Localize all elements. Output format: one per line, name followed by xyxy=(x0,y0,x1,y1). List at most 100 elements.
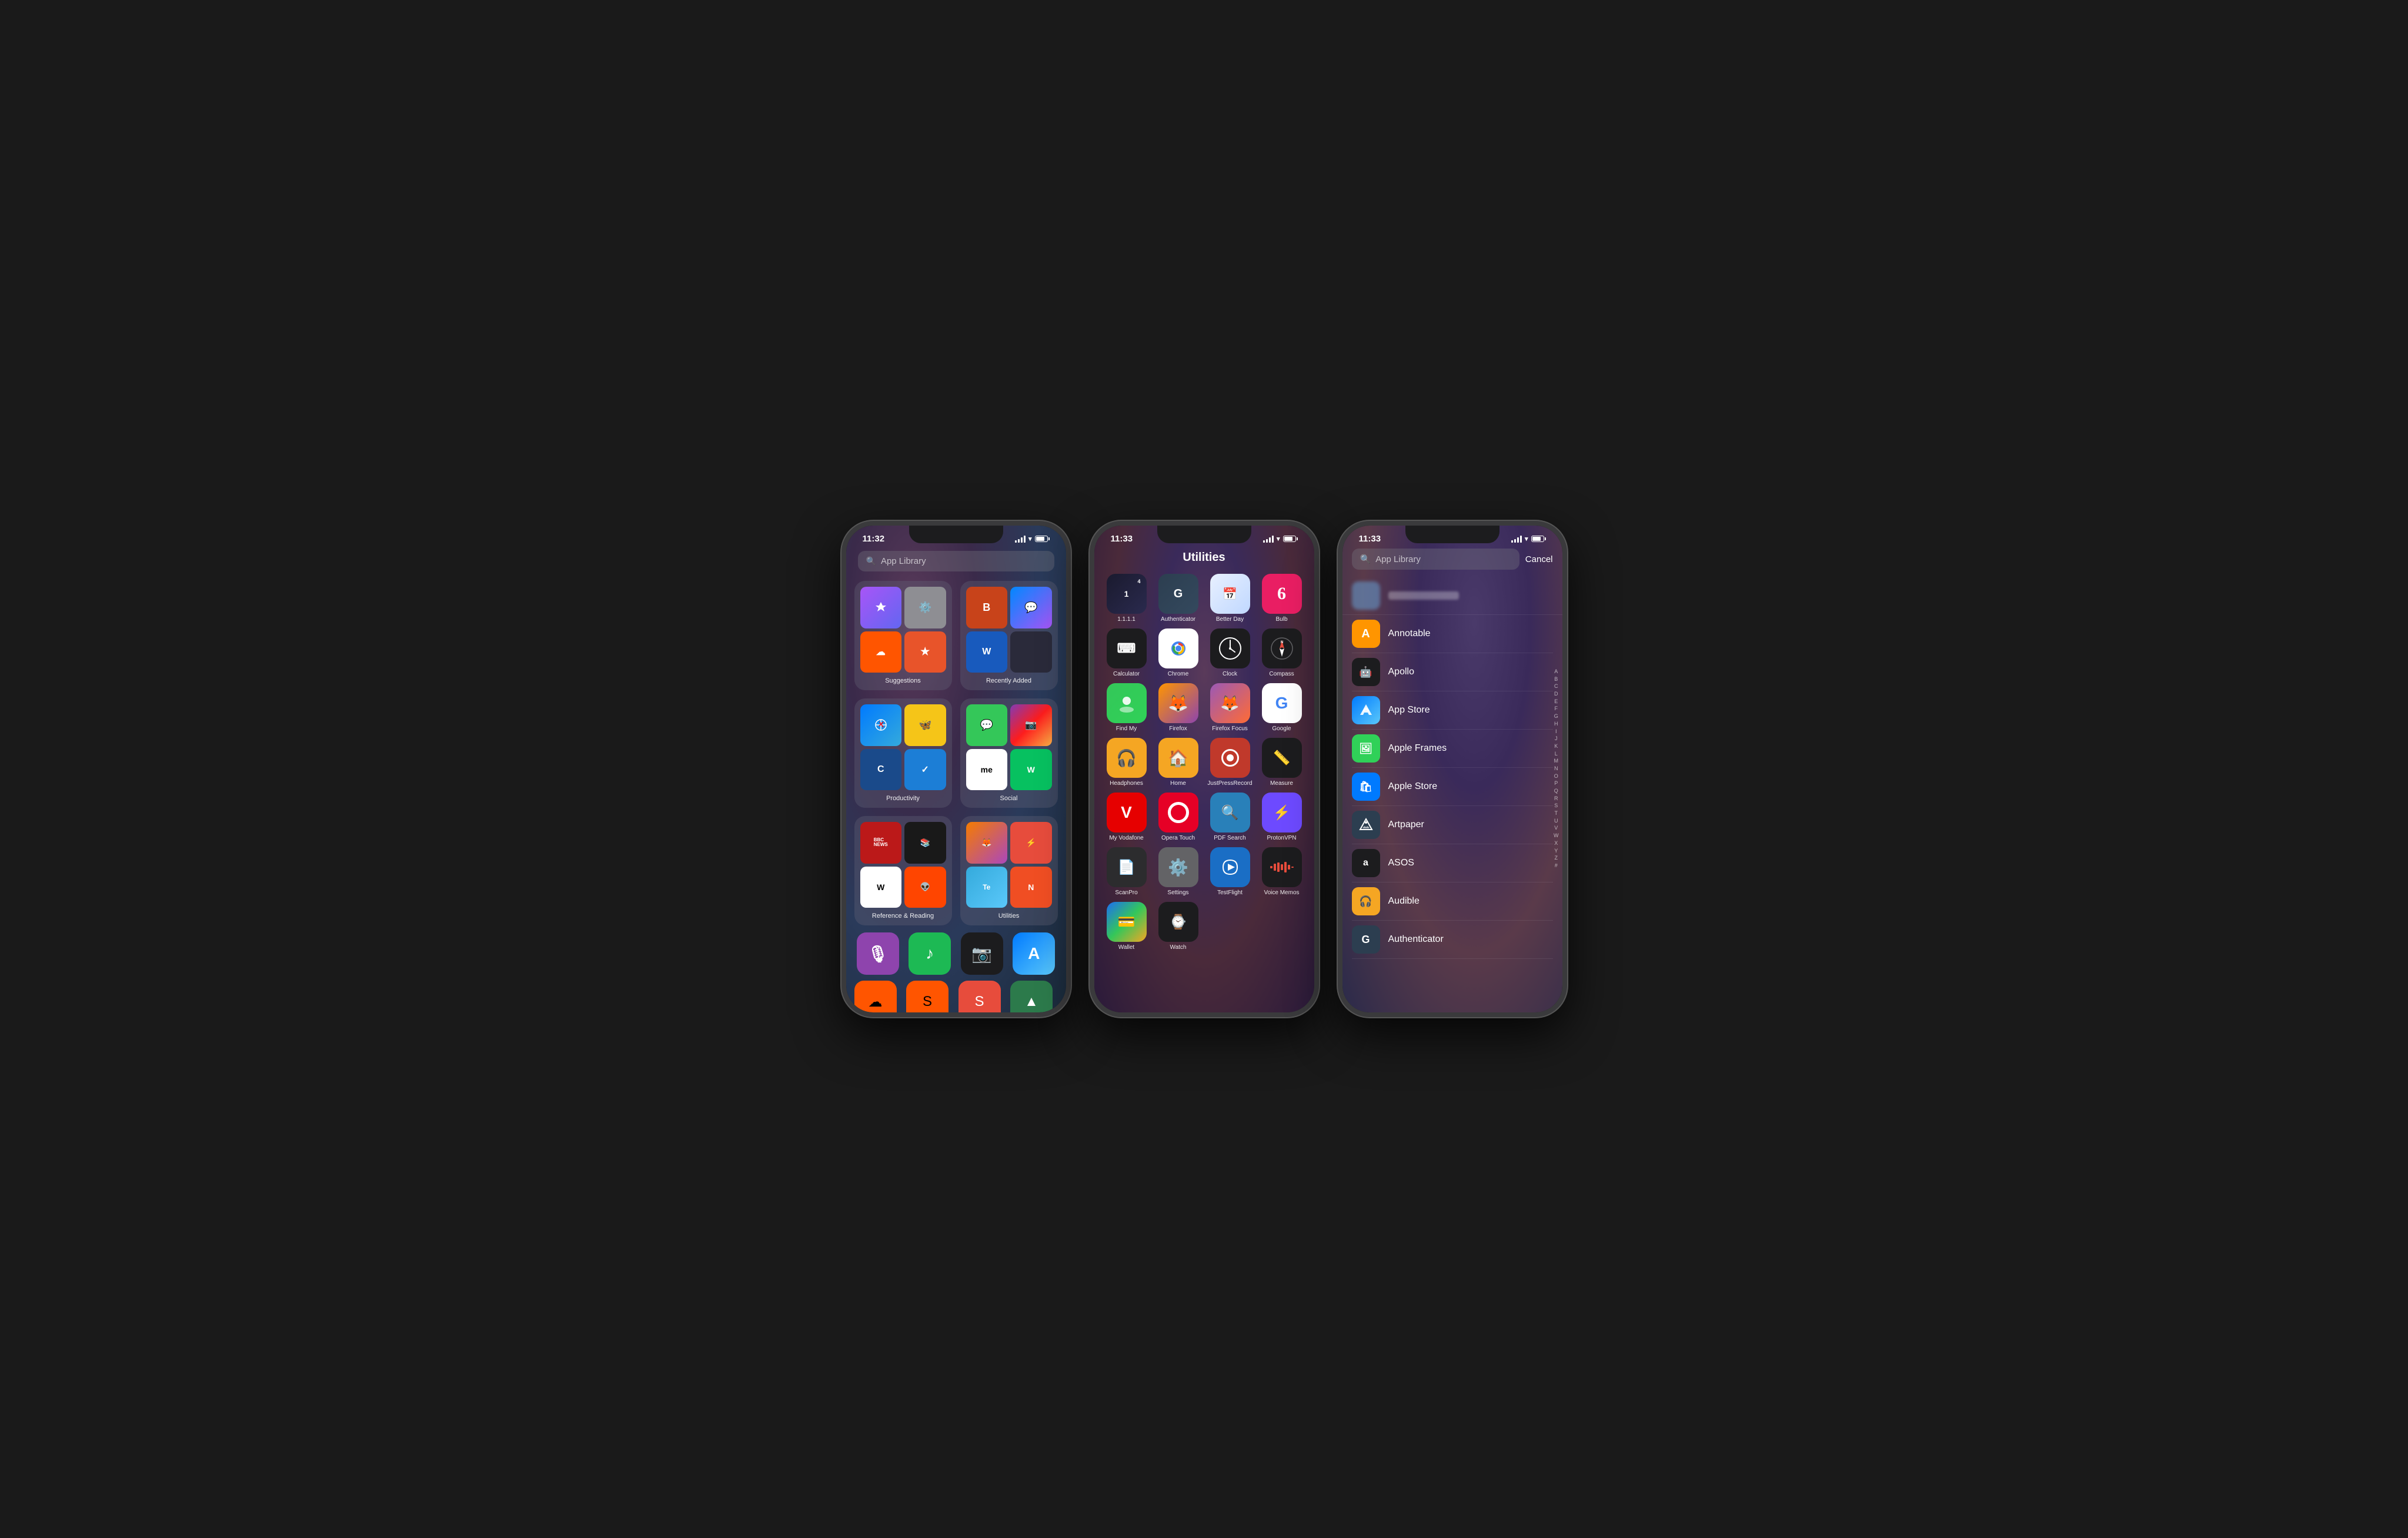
alpha-f[interactable]: F xyxy=(1554,706,1559,713)
alpha-z[interactable]: Z xyxy=(1554,855,1559,862)
app-soundcloud-2[interactable]: ☁ xyxy=(854,981,897,1012)
app-pdfsearch[interactable]: 🔍 PDF Search xyxy=(1207,793,1253,841)
cancel-button-3[interactable]: Cancel xyxy=(1525,554,1553,564)
app-authenticator-util[interactable]: G Authenticator xyxy=(1155,574,1201,623)
app-soundcloud-3[interactable]: S xyxy=(906,981,948,1012)
list-item-applestore[interactable]: 🛍 Apple Store xyxy=(1352,768,1553,806)
app-messenger-1[interactable]: 💬 xyxy=(1010,587,1052,628)
list-item-authenticator[interactable]: G Authenticator xyxy=(1352,921,1553,959)
alpha-n[interactable]: N xyxy=(1554,765,1559,773)
app-mixed-1[interactable] xyxy=(1010,631,1052,673)
search-bar-3[interactable]: 🔍 App Library xyxy=(1352,549,1519,570)
app-news-1[interactable]: N xyxy=(1010,867,1052,908)
app-settings-1[interactable]: ⚙️ xyxy=(904,587,946,628)
app-bear-1[interactable]: B xyxy=(966,587,1008,628)
alpha-o[interactable]: O xyxy=(1554,773,1559,780)
folder-utilities[interactable]: 🦊 ⚡ Te N Utilities xyxy=(960,816,1058,925)
app-camera-1[interactable]: 📷 xyxy=(958,932,1006,975)
alpha-s[interactable]: S xyxy=(1554,803,1559,810)
app-list-item-blurred[interactable] xyxy=(1342,577,1562,615)
app-misc-1[interactable]: S xyxy=(958,981,1001,1012)
app-headphones[interactable]: 🎧 Headphones xyxy=(1104,738,1150,787)
app-messages-1[interactable]: 💬 xyxy=(966,704,1008,746)
alpha-l[interactable]: L xyxy=(1554,751,1559,758)
app-safari-1[interactable] xyxy=(860,704,902,746)
app-clock[interactable]: Clock xyxy=(1207,628,1253,677)
app-kindle-1[interactable]: 📚 xyxy=(904,822,946,864)
app-betterday[interactable]: 📅 Better Day xyxy=(1207,574,1253,623)
app-word-1[interactable]: W xyxy=(966,631,1008,673)
app-measure[interactable]: 📏 Measure xyxy=(1259,738,1305,787)
app-firefox[interactable]: 🦊 Firefox xyxy=(1155,683,1201,732)
alpha-r[interactable]: R xyxy=(1554,795,1559,803)
app-apollo-1[interactable]: A xyxy=(1010,932,1058,975)
app-wallet[interactable]: 💳 Wallet xyxy=(1104,902,1150,951)
app-scanpro[interactable]: 📄 ScanPro xyxy=(1104,847,1150,896)
app-protonvpn[interactable]: ⚡ ProtonVPN xyxy=(1259,793,1305,841)
app-maps-1[interactable]: Te xyxy=(966,867,1008,908)
alpha-x[interactable]: X xyxy=(1554,840,1559,847)
alpha-h[interactable]: H xyxy=(1554,721,1559,728)
alpha-t[interactable]: T xyxy=(1554,810,1559,817)
app-jpr[interactable]: JustPressRecord xyxy=(1207,738,1253,787)
alpha-k[interactable]: K xyxy=(1554,743,1559,750)
app-home[interactable]: 🏠 Home xyxy=(1155,738,1201,787)
app-wechat-1[interactable]: W xyxy=(1010,749,1052,791)
app-compass[interactable]: N Compass xyxy=(1259,628,1305,677)
app-chrome[interactable]: Chrome xyxy=(1155,628,1201,677)
app-calculator[interactable]: ⌨ Calculator xyxy=(1104,628,1150,677)
alpha-c[interactable]: C xyxy=(1554,684,1559,691)
list-item-asos[interactable]: a ASOS xyxy=(1352,844,1553,882)
app-settings-util[interactable]: ⚙️ Settings xyxy=(1155,847,1201,896)
app-spotify-1[interactable]: ♪ xyxy=(906,932,954,975)
search-bar-1[interactable]: 🔍 App Library xyxy=(858,551,1054,571)
app-firefox-1[interactable]: 🦊 xyxy=(966,822,1008,864)
list-item-audible[interactable]: 🎧 Audible xyxy=(1352,882,1553,921)
alpha-v[interactable]: V xyxy=(1554,825,1559,832)
app-findmy[interactable]: Find My xyxy=(1104,683,1150,732)
folder-social[interactable]: 💬 📷 me W Social xyxy=(960,698,1058,808)
alpha-q[interactable]: Q xyxy=(1554,788,1559,795)
folder-productivity[interactable]: 🦋 C ✓ Productivity xyxy=(854,698,952,808)
app-bbc-1[interactable]: BBCNEWS xyxy=(860,822,902,864)
app-things-1[interactable]: ✓ xyxy=(904,749,946,791)
list-item-artpaper[interactable]: Artpaper xyxy=(1352,806,1553,844)
app-reeder-1[interactable]: ★ xyxy=(904,631,946,673)
list-item-appstore[interactable]: App Store xyxy=(1352,691,1553,730)
list-item-appleframes[interactable]: 🖼 Apple Frames xyxy=(1352,730,1553,768)
app-cobalt-1[interactable]: C xyxy=(860,749,902,791)
app-podcasts-1[interactable]: 🎙 xyxy=(854,932,902,975)
app-notion-1[interactable]: me xyxy=(966,749,1008,791)
app-vodafone[interactable]: V My Vodafone xyxy=(1104,793,1150,841)
app-reeder-2[interactable]: ⚡ xyxy=(1010,822,1052,864)
app-testflight[interactable]: TestFlight xyxy=(1207,847,1253,896)
list-item-apollo[interactable]: 🤖 Apollo xyxy=(1352,653,1553,691)
alpha-d[interactable]: D xyxy=(1554,691,1559,698)
alpha-b[interactable]: B xyxy=(1554,676,1559,683)
alpha-g[interactable]: G xyxy=(1554,713,1559,720)
alpha-a[interactable]: A xyxy=(1554,668,1559,676)
app-wiki-1[interactable]: W xyxy=(860,867,902,908)
app-opera[interactable]: Opera Touch xyxy=(1155,793,1201,841)
list-item-annotable[interactable]: A Annotable xyxy=(1352,615,1553,653)
app-watch[interactable]: ⌚ Watch xyxy=(1155,902,1201,951)
alpha-hash[interactable]: # xyxy=(1554,862,1559,870)
alpha-m[interactable]: M xyxy=(1554,758,1559,765)
app-1111[interactable]: 1 4 1.1.1.1 xyxy=(1104,574,1150,623)
folder-recently[interactable]: B 💬 W Recently Added xyxy=(960,581,1058,690)
folder-reference[interactable]: BBCNEWS 📚 W 👽 Reference & Reading xyxy=(854,816,952,925)
app-instagram-1[interactable]: 📷 xyxy=(1010,704,1052,746)
alpha-e[interactable]: E xyxy=(1554,698,1559,706)
alpha-j[interactable]: J xyxy=(1554,735,1559,743)
app-soundcloud[interactable]: ☁ xyxy=(860,631,902,673)
alpha-y[interactable]: Y xyxy=(1554,848,1559,855)
alpha-p[interactable]: P xyxy=(1554,781,1559,788)
app-shortcuts[interactable] xyxy=(860,587,902,628)
app-firefoxfocus[interactable]: 🦊 Firefox Focus xyxy=(1207,683,1253,732)
alpha-u[interactable]: U xyxy=(1554,818,1559,825)
folder-suggestions[interactable]: ⚙️ ☁ ★ Suggestions xyxy=(854,581,952,690)
app-voicememos[interactable]: Voice Memos xyxy=(1259,847,1305,896)
app-misc-2[interactable]: ▲ xyxy=(1010,981,1053,1012)
app-google[interactable]: G Google xyxy=(1259,683,1305,732)
alpha-w[interactable]: W xyxy=(1554,832,1559,840)
